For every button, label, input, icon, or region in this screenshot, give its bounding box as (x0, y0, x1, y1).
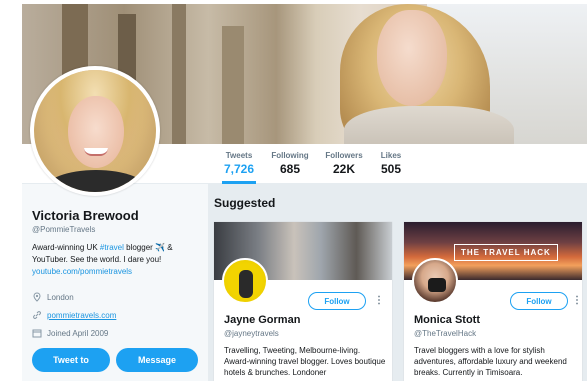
card-handle: @TheTravelHack (414, 329, 477, 338)
profile-name[interactable]: Victoria Brewood (32, 208, 139, 223)
profile-bio: Award-winning UK #travel blogger ✈️ & Yo… (32, 242, 204, 278)
bio-hashtag[interactable]: #travel (100, 243, 124, 252)
card-bio: Travel bloggers with a love for stylish … (414, 346, 567, 377)
avatar-image (34, 70, 156, 192)
avatar-figure (239, 270, 253, 298)
card-avatar[interactable] (412, 258, 458, 304)
stat-label: Tweets (225, 151, 253, 160)
profile-handle[interactable]: @PommieTravels (32, 225, 95, 234)
banner-coat (344, 106, 514, 144)
stat-value: 505 (380, 162, 402, 176)
suggested-title: Suggested (214, 196, 276, 210)
profile-location: London (32, 292, 74, 302)
link-icon (32, 310, 42, 320)
website-link[interactable]: pommietravels.com (47, 311, 116, 320)
suggested-card[interactable]: THE TRAVEL HACK Follow ⋮ Monica Stott @T… (404, 222, 582, 381)
stat-value: 22K (332, 162, 355, 176)
joined-text: Joined April 2009 (47, 328, 109, 338)
card-handle: @jayneytravels (224, 329, 279, 338)
bio-link[interactable]: youtube.com/pommietravels (32, 267, 132, 276)
more-options-icon[interactable]: ⋮ (572, 294, 582, 308)
location-pin-icon (32, 292, 42, 302)
follow-button[interactable]: Follow (510, 292, 568, 310)
stat-label: Followers (325, 151, 363, 160)
stat-tweets[interactable]: Tweets 7,726 (222, 151, 256, 184)
stat-value: 685 (279, 162, 301, 176)
bio-text: Award-winning UK (32, 243, 100, 252)
stat-likes[interactable]: Likes 505 (378, 151, 404, 176)
profile-avatar[interactable] (30, 66, 160, 196)
calendar-icon (32, 328, 42, 338)
profile-website: pommietravels.com (32, 310, 116, 320)
suggested-card[interactable]: Follow ⋮ Jayne Gorman @jayneytravels Tra… (214, 222, 392, 381)
stat-label: Likes (380, 151, 402, 160)
stat-label: Following (271, 151, 309, 160)
profile-sidebar: Victoria Brewood @PommieTravels Award-wi… (22, 184, 208, 381)
banner-building (172, 4, 186, 144)
follow-button[interactable]: Follow (308, 292, 366, 310)
message-button[interactable]: Message (116, 348, 198, 372)
card-name[interactable]: Jayne Gorman (224, 314, 300, 326)
tweet-to-button[interactable]: Tweet to (32, 348, 110, 372)
avatar-figure (428, 278, 446, 292)
card-avatar[interactable] (222, 258, 268, 304)
card-bio: Travelling, Tweeting, Melbourne-living. … (224, 346, 386, 377)
more-options-icon[interactable]: ⋮ (374, 294, 384, 308)
banner-face (377, 10, 447, 106)
cover-logo-text: THE TRAVEL HACK (454, 244, 558, 261)
profile-joined: Joined April 2009 (32, 328, 108, 338)
stat-value: 7,726 (223, 162, 255, 176)
avatar-face (68, 96, 124, 168)
stat-followers[interactable]: Followers 22K (324, 151, 364, 176)
stat-following[interactable]: Following 685 (270, 151, 310, 176)
location-text: London (47, 292, 74, 302)
card-name[interactable]: Monica Stott (414, 314, 480, 326)
banner-building (222, 26, 244, 144)
suggested-panel: Suggested Follow ⋮ Jayne Gorman @jayneyt… (208, 184, 587, 381)
